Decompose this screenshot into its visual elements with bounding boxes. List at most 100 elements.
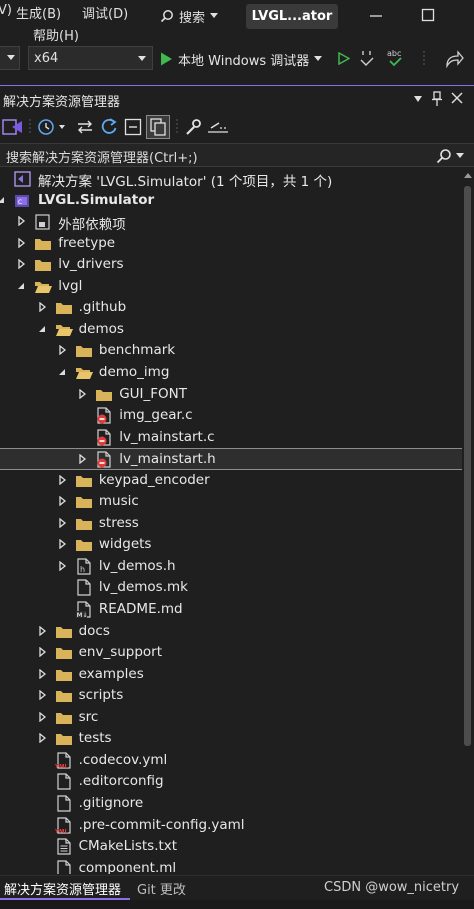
- tree-item[interactable]: src: [0, 707, 462, 729]
- tree-item[interactable]: demo_img: [0, 362, 462, 384]
- close-icon[interactable]: [450, 91, 464, 105]
- search-input[interactable]: 搜索解决方案资源管理器(Ctrl+;): [6, 147, 198, 166]
- window-position-icon[interactable]: [413, 95, 423, 103]
- hot-reload-icon[interactable]: [359, 49, 375, 69]
- folder-icon: [55, 691, 72, 703]
- tab-solution-explorer[interactable]: 解决方案资源管理器: [4, 879, 121, 898]
- h-file-excluded-icon: [97, 451, 111, 468]
- tree-item[interactable]: M↓ README.md: [0, 599, 462, 621]
- chevron-right-icon[interactable]: [77, 454, 87, 465]
- pending-changes-filter-icon[interactable]: [37, 118, 67, 136]
- view-menu[interactable]: V): [0, 3, 12, 18]
- tree-item[interactable]: GUI_FONT: [0, 384, 462, 406]
- chevron-right-icon[interactable]: [37, 690, 47, 701]
- chevron-right-icon[interactable]: [57, 539, 67, 550]
- preview-selected-items-icon[interactable]: [207, 119, 229, 135]
- chevron-right-icon[interactable]: [37, 733, 47, 744]
- tree-item[interactable]: docs: [0, 621, 462, 643]
- play-icon: [161, 52, 172, 66]
- platform-dropdown[interactable]: x64: [28, 46, 153, 70]
- folder-open-icon: [55, 324, 73, 336]
- tree-item[interactable]: CMakeLists.txt: [0, 836, 462, 858]
- chevron-right-icon[interactable]: [77, 388, 87, 399]
- maximize-icon[interactable]: [419, 6, 437, 24]
- scroll-up-icon[interactable]: [464, 172, 472, 178]
- refresh-icon[interactable]: [100, 117, 118, 136]
- chevron-right-icon[interactable]: [37, 647, 47, 658]
- minimize-icon[interactable]: [367, 6, 385, 24]
- tree-item[interactable]: 解决方案 'LVGL.Simulator' (1 个项目，共 1 个): [0, 168, 462, 190]
- properties-wrench-icon[interactable]: [184, 118, 202, 136]
- tree-item[interactable]: h lv_demos.h: [0, 556, 462, 578]
- tree-item[interactable]: env_support: [0, 642, 462, 664]
- tree-item[interactable]: benchmark: [0, 340, 462, 362]
- tree-item[interactable]: scripts: [0, 685, 462, 707]
- tree-item[interactable]: lv_mainstart.c: [0, 427, 462, 449]
- tree-item[interactable]: lv_drivers: [0, 254, 462, 276]
- solution-explorer-header: 解决方案资源管理器: [0, 87, 474, 111]
- chevron-right-icon[interactable]: [37, 668, 47, 679]
- chevron-down-icon: [7, 55, 15, 60]
- sync-with-active-document-icon[interactable]: [76, 118, 94, 136]
- chevron-down-icon[interactable]: [16, 281, 26, 291]
- chevron-right-icon[interactable]: [57, 517, 67, 528]
- chevron-down-icon[interactable]: [456, 153, 464, 159]
- solution-explorer-search[interactable]: 搜索解决方案资源管理器(Ctrl+;): [0, 143, 474, 167]
- tree-item[interactable]: YML .pre-commit-config.yaml: [0, 815, 462, 837]
- vertical-scrollbar[interactable]: [462, 168, 474, 874]
- debug-menu[interactable]: 调试(D): [82, 3, 128, 22]
- configuration-dropdown[interactable]: [0, 46, 20, 70]
- tree-item[interactable]: 外部依赖项: [0, 211, 462, 233]
- tree-item[interactable]: .editorconfig: [0, 771, 462, 793]
- tree-item[interactable]: keypad_encoder: [0, 470, 462, 492]
- tree-item[interactable]: lv_mainstart.h: [0, 448, 462, 470]
- folder-icon: [75, 540, 92, 552]
- pin-icon[interactable]: [431, 91, 443, 107]
- chevron-down-icon[interactable]: [57, 367, 67, 377]
- start-without-debugging-icon[interactable]: [338, 52, 350, 65]
- global-search[interactable]: 搜索: [160, 4, 219, 28]
- tree-item[interactable]: .github: [0, 297, 462, 319]
- build-menu[interactable]: 生成(B): [16, 3, 61, 22]
- collapse-all-icon[interactable]: [124, 118, 142, 136]
- folder-icon: [35, 238, 52, 250]
- tree-item[interactable]: lv_demos.mk: [0, 577, 462, 599]
- tree-item[interactable]: component.ml: [0, 858, 462, 874]
- tree-item[interactable]: YML .codecov.yml: [0, 750, 462, 772]
- switch-views-icon[interactable]: [2, 117, 24, 137]
- chevron-right-icon[interactable]: [57, 496, 67, 507]
- chevron-down-icon[interactable]: [37, 324, 47, 334]
- tree-item[interactable]: .gitignore: [0, 793, 462, 815]
- chevron-right-icon[interactable]: [37, 302, 47, 313]
- tree-item[interactable]: tests: [0, 728, 462, 750]
- help-menu[interactable]: 帮助(H): [33, 25, 79, 44]
- chevron-right-icon[interactable]: [16, 259, 26, 270]
- search-icon[interactable]: [436, 148, 452, 164]
- tree-item[interactable]: lvgl: [0, 276, 462, 298]
- tree-item-label: freetype: [58, 234, 116, 251]
- chevron-right-icon[interactable]: [16, 237, 26, 248]
- tree-item[interactable]: stress: [0, 513, 462, 535]
- tree-item[interactable]: demos: [0, 319, 462, 341]
- tree-item[interactable]: music: [0, 491, 462, 513]
- chevron-down-icon[interactable]: [0, 195, 6, 205]
- tree-item[interactable]: C LVGL.Simulator: [0, 190, 462, 212]
- chevron-right-icon[interactable]: [57, 560, 67, 571]
- chevron-right-icon[interactable]: [57, 345, 67, 356]
- chevron-right-icon[interactable]: [57, 474, 67, 485]
- tree-item[interactable]: freetype: [0, 233, 462, 255]
- tree-item[interactable]: examples: [0, 664, 462, 686]
- chevron-right-icon[interactable]: [37, 625, 47, 636]
- chevron-right-icon[interactable]: [16, 216, 26, 227]
- tree-item[interactable]: img_gear.c: [0, 405, 462, 427]
- chevron-right-icon[interactable]: [37, 711, 47, 722]
- show-all-files-icon[interactable]: [146, 115, 170, 139]
- tree-item[interactable]: widgets: [0, 534, 462, 556]
- file-icon: [77, 579, 91, 597]
- tree-item-label: demo_img: [98, 363, 170, 380]
- start-debugging-button[interactable]: 本地 Windows 调试器: [160, 47, 323, 71]
- tab-git-changes[interactable]: Git 更改: [137, 879, 186, 898]
- scrollbar-thumb[interactable]: [464, 186, 471, 746]
- live-share-icon[interactable]: [444, 49, 464, 69]
- spell-check-icon[interactable]: abc: [386, 47, 406, 69]
